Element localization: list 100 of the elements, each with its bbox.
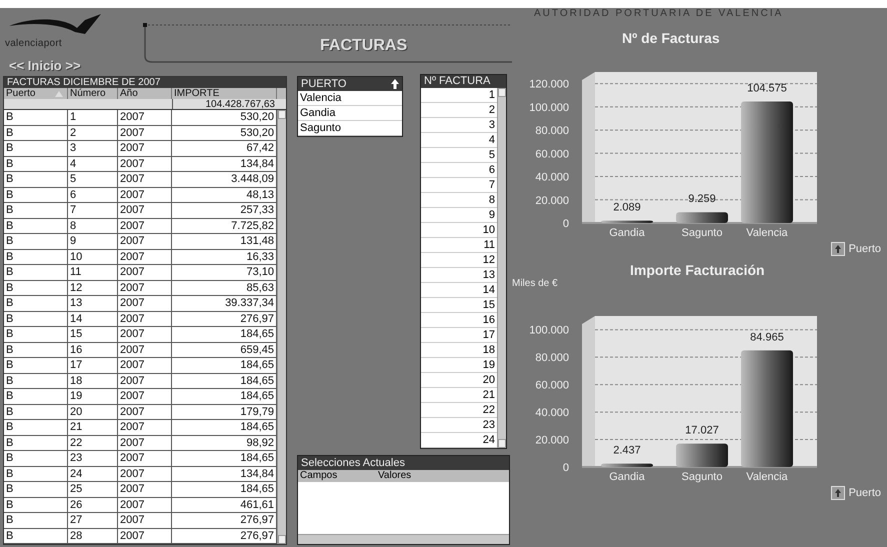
category-label: Sagunto — [682, 227, 722, 239]
table-cell: B — [4, 296, 68, 310]
axis-title: Miles de € — [512, 278, 559, 290]
table-cell: B — [4, 203, 68, 218]
table-cell: B — [4, 482, 68, 496]
list-item[interactable]: Gandia — [298, 106, 402, 121]
value-label: 17.027 — [685, 424, 719, 436]
chart-title: Nº de Facturas — [622, 30, 721, 46]
bar[interactable] — [676, 212, 728, 223]
value-label: 104.575 — [747, 82, 787, 95]
table-cell: B — [4, 126, 68, 140]
table-cell: 3 — [68, 141, 118, 156]
table-cell: 2007 — [118, 126, 172, 140]
table-cell: 15 — [68, 327, 118, 342]
axis-tick-label: 0 — [562, 218, 569, 230]
table-cell: B — [4, 250, 68, 264]
table-title: FACTURAS DICIEMBRE DE 2007 — [4, 77, 286, 88]
dimension-button[interactable]: Puerto — [830, 241, 881, 258]
table-cell: 2007 — [118, 296, 172, 310]
table-cell: 14 — [68, 312, 118, 326]
table-cell: 5 — [68, 172, 118, 186]
list-title: Nº FACTURA — [421, 75, 506, 88]
axis-tick-label: 120.000 — [529, 78, 569, 91]
page-title: FACTURAS — [320, 37, 408, 54]
table-cell: 2007 — [118, 451, 172, 466]
table-cell: 21 — [68, 420, 118, 434]
table-cell: 2007 — [118, 188, 172, 202]
table-cell: 13 — [68, 296, 118, 310]
table-cell: B — [4, 451, 68, 466]
table-cell: B — [4, 280, 68, 295]
axis-tick-label: 40.000 — [535, 406, 569, 419]
column-header[interactable]: Valores — [376, 470, 454, 482]
up-arrow-icon[interactable] — [391, 79, 399, 89]
list-title: PUERTO — [301, 76, 346, 92]
table-cell: 2007 — [118, 327, 172, 342]
table-cell: 27 — [68, 513, 118, 528]
table-cell: 2007 — [118, 389, 172, 404]
logo-text: valenciaport — [5, 38, 63, 50]
category-label: Valencia — [746, 470, 788, 482]
table-cell: 2007 — [118, 141, 172, 156]
table-cell: 2007 — [118, 312, 172, 326]
table-cell: 12 — [68, 280, 118, 295]
table-cell: B — [4, 156, 68, 171]
table-cell: 2007 — [118, 280, 172, 295]
table-cell: 2007 — [118, 265, 172, 280]
table-cell: B — [4, 420, 68, 434]
table-cell: 7 — [68, 203, 118, 218]
bar[interactable] — [741, 102, 793, 223]
table-cell: B — [4, 436, 68, 450]
table-cell: 2007 — [118, 342, 172, 357]
table-cell: 2007 — [118, 498, 172, 512]
list-item[interactable]: Valencia — [298, 91, 402, 106]
table-cell: 8 — [68, 218, 118, 233]
axis-tick-label: 20.000 — [535, 194, 569, 207]
horizontal-scrollbar[interactable] — [298, 534, 509, 544]
table-cell: 28 — [68, 528, 118, 543]
table-cell: 2007 — [118, 172, 172, 186]
value-label: 9.259 — [688, 193, 716, 206]
axis-tick-label: 60.000 — [535, 379, 569, 392]
organization-name: AUTORIDAD PORTUARIA DE VALENCIA — [534, 8, 784, 20]
table-cell: 2007 — [118, 218, 172, 233]
column-header[interactable]: Campos — [298, 470, 376, 482]
table-cell: 2007 — [118, 482, 172, 496]
bar[interactable] — [601, 220, 653, 223]
table-cell: 2007 — [118, 110, 172, 124]
total-cell: 104.428.767,63 — [172, 99, 277, 109]
category-label: Sagunto — [682, 470, 722, 482]
table-cell: B — [4, 358, 68, 372]
table-cell: 11 — [68, 265, 118, 280]
value-label: 84.965 — [750, 330, 784, 343]
table-cell: 23 — [68, 451, 118, 466]
bar[interactable] — [601, 463, 653, 466]
panel-title: Selecciones Actuales — [298, 456, 509, 470]
table-cell: 2007 — [118, 358, 172, 372]
table-cell: 22 — [68, 436, 118, 450]
axis-tick-label: 100.000 — [529, 102, 569, 114]
table-cell: 4 — [68, 156, 118, 171]
table-cell: B — [4, 265, 68, 280]
table-cell: 9 — [68, 234, 118, 248]
table-cell: B — [4, 234, 68, 248]
table-cell: 2007 — [118, 156, 172, 171]
table-cell: 6 — [68, 188, 118, 202]
table-cell: 2007 — [118, 404, 172, 419]
table-cell: B — [4, 466, 68, 481]
bar[interactable] — [676, 443, 728, 466]
axis-tick-label: 80.000 — [535, 125, 569, 138]
table-cell: 17 — [68, 358, 118, 372]
table-cell: B — [4, 141, 68, 156]
table-cell: B — [4, 389, 68, 404]
value-label: 2.089 — [613, 202, 641, 214]
table-cell: 26 — [68, 498, 118, 512]
bar[interactable] — [741, 350, 793, 466]
axis-tick-label: 60.000 — [535, 148, 569, 160]
table-cell: 18 — [68, 374, 118, 388]
axis-tick-label: 20.000 — [535, 434, 569, 446]
table-cell: B — [4, 312, 68, 326]
list-item[interactable]: Sagunto — [298, 121, 402, 136]
table-cell: 2007 — [118, 250, 172, 264]
table-cell: 10 — [68, 250, 118, 264]
dimension-button[interactable]: Puerto — [830, 484, 881, 501]
